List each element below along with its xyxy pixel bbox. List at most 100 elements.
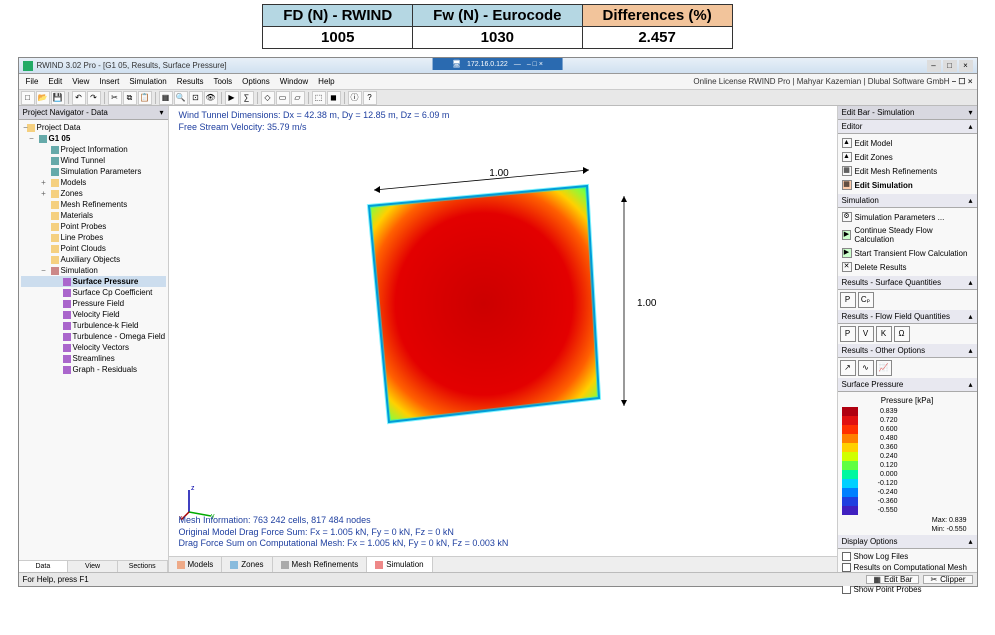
tree-turb-omega[interactable]: Turbulence - Omega Field: [21, 331, 166, 342]
start-transient-flow[interactable]: ▶Start Transient Flow Calculation: [842, 246, 973, 260]
tree-surface-pressure[interactable]: Surface Pressure: [21, 276, 166, 287]
vp-tab-models[interactable]: Models: [169, 557, 223, 572]
edit-model-icon: ▲: [842, 138, 852, 148]
tree-simulation[interactable]: −Simulation: [21, 265, 166, 276]
edit-mesh-refinements[interactable]: ▦Edit Mesh Refinements: [842, 164, 973, 178]
tree-turb-k[interactable]: Turbulence-k Field: [21, 320, 166, 331]
copy-icon[interactable]: ⧉: [123, 91, 137, 105]
delete-results[interactable]: ✕Delete Results: [842, 260, 973, 274]
continue-steady-flow[interactable]: ▶Continue Steady Flow Calculation: [842, 224, 973, 246]
vp-tab-zones[interactable]: Zones: [222, 557, 272, 572]
maximize-button[interactable]: □: [943, 60, 957, 72]
show-log-files[interactable]: Show Log Files: [842, 551, 973, 562]
viewport[interactable]: Wind Tunnel Dimensions: Dx = 42.38 m, Dy…: [169, 106, 837, 572]
menu-window[interactable]: Window: [275, 75, 313, 88]
other-graph-button[interactable]: 📈: [876, 360, 892, 376]
menu-file[interactable]: File: [21, 75, 44, 88]
flow-omega-button[interactable]: Ω: [894, 326, 910, 342]
menu-options[interactable]: Options: [237, 75, 275, 88]
zoom-icon[interactable]: 🔍: [174, 91, 188, 105]
menu-simulation[interactable]: Simulation: [124, 75, 171, 88]
tree-line-probes[interactable]: Line Probes: [21, 232, 166, 243]
tree-sim-params[interactable]: Simulation Parameters: [21, 166, 166, 177]
nav-tab-sections[interactable]: Sections: [118, 561, 168, 572]
tree-project-data[interactable]: −Project Data: [21, 122, 166, 133]
tree-aux-objects[interactable]: Auxiliary Objects: [21, 254, 166, 265]
vp-tab-simulation[interactable]: Simulation: [367, 557, 432, 572]
open-icon[interactable]: 📂: [36, 91, 50, 105]
legend-swatch: [842, 506, 858, 515]
dim-w-label: 1.00: [489, 168, 509, 179]
surf-cp-button[interactable]: Cₚ: [858, 292, 874, 308]
help-icon[interactable]: ?: [363, 91, 377, 105]
tree-graph-residuals[interactable]: Graph - Residuals: [21, 364, 166, 375]
other-vectors-button[interactable]: ↗: [840, 360, 856, 376]
tree-pressure-field[interactable]: Pressure Field: [21, 298, 166, 309]
flow-p-button[interactable]: P: [840, 326, 856, 342]
menu-results[interactable]: Results: [172, 75, 209, 88]
editbar-pin-icon[interactable]: ▾: [968, 108, 972, 117]
tree-zones[interactable]: +Zones: [21, 188, 166, 199]
nav-pin-icon[interactable]: ▾: [159, 108, 163, 117]
edit-model[interactable]: ▲Edit Model: [842, 136, 973, 150]
iso-icon[interactable]: ◇: [261, 91, 275, 105]
tree-velocity-field[interactable]: Velocity Field: [21, 309, 166, 320]
edit-simulation[interactable]: ▦Edit Simulation: [842, 178, 973, 192]
win-ctrls-icon: – □ ×: [527, 61, 543, 68]
wire-icon[interactable]: ⬚: [312, 91, 326, 105]
minimize-button[interactable]: –: [927, 60, 941, 72]
svg-text:z: z: [191, 485, 195, 492]
tree-wind-tunnel[interactable]: Wind Tunnel: [21, 155, 166, 166]
cut-icon[interactable]: ✂: [108, 91, 122, 105]
tree-models[interactable]: +Models: [21, 177, 166, 188]
edit-zones[interactable]: ▲Edit Zones: [842, 150, 973, 164]
view-icon[interactable]: 👁: [204, 91, 218, 105]
collapse-icon[interactable]: ▴: [968, 122, 972, 131]
sim-parameters[interactable]: ⚙Simulation Parameters ...: [842, 210, 973, 224]
tree-point-clouds[interactable]: Point Clouds: [21, 243, 166, 254]
vp-tab-mesh[interactable]: Mesh Refinements: [273, 557, 368, 572]
legend-swatch: [842, 470, 858, 479]
redo-icon[interactable]: ↷: [87, 91, 101, 105]
tree-project-info[interactable]: Project Information: [21, 144, 166, 155]
calc-icon[interactable]: ∑: [240, 91, 254, 105]
close-button[interactable]: ×: [959, 60, 973, 72]
th-fw: Fw (N) - Eurocode: [413, 5, 582, 27]
run-icon[interactable]: ▶: [225, 91, 239, 105]
tree-streamlines[interactable]: Streamlines: [21, 353, 166, 364]
paste-icon[interactable]: 📋: [138, 91, 152, 105]
undo-icon[interactable]: ↶: [72, 91, 86, 105]
menu-help[interactable]: Help: [313, 75, 339, 88]
info-icon[interactable]: ⓘ: [348, 91, 362, 105]
nav-tab-data[interactable]: Data: [19, 561, 69, 572]
fit-icon[interactable]: ⊡: [189, 91, 203, 105]
tree-mesh-refinements[interactable]: Mesh Refinements: [21, 199, 166, 210]
menu-tools[interactable]: Tools: [208, 75, 237, 88]
statusbar: For Help, press F1 ▦Edit Bar ✂Clipper: [19, 572, 977, 586]
tree-materials[interactable]: Materials: [21, 210, 166, 221]
front-icon[interactable]: ▭: [276, 91, 290, 105]
flow-v-button[interactable]: V: [858, 326, 874, 342]
grid-icon[interactable]: ▦: [159, 91, 173, 105]
new-icon[interactable]: □: [21, 91, 35, 105]
td-fw: 1030: [413, 27, 582, 49]
results-other-title: Results - Other Options: [842, 346, 926, 355]
surf-p-button[interactable]: P: [840, 292, 856, 308]
tree-surface-cp[interactable]: Surface Cp Coefficient: [21, 287, 166, 298]
clipper-button[interactable]: ✂Clipper: [923, 575, 972, 584]
shade-icon[interactable]: ◼: [327, 91, 341, 105]
tree-velocity-vectors[interactable]: Velocity Vectors: [21, 342, 166, 353]
nav-tab-view[interactable]: View: [68, 561, 118, 572]
tree-point-probes[interactable]: Point Probes: [21, 221, 166, 232]
flow-k-button[interactable]: K: [876, 326, 892, 342]
editbar-toggle[interactable]: ▦Edit Bar: [866, 575, 919, 584]
other-stream-button[interactable]: ∿: [858, 360, 874, 376]
menu-view[interactable]: View: [67, 75, 94, 88]
save-icon[interactable]: 💾: [51, 91, 65, 105]
tree-model[interactable]: −G1 05: [21, 133, 166, 144]
top-icon[interactable]: ▱: [291, 91, 305, 105]
nav-tree[interactable]: −Project Data −G1 05 Project Information…: [19, 120, 168, 560]
status-text: For Help, press F1: [23, 575, 89, 584]
menu-edit[interactable]: Edit: [43, 75, 67, 88]
menu-insert[interactable]: Insert: [94, 75, 124, 88]
